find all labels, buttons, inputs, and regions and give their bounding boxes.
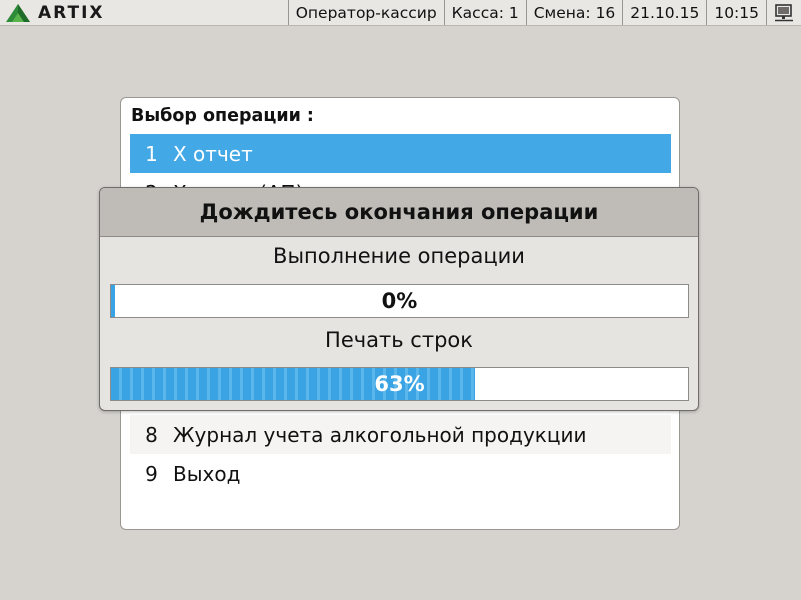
status-user: Оператор-кассир xyxy=(287,0,444,25)
menu-item-label: Журнал учета алкогольной продукции xyxy=(173,422,587,447)
menu-item-number: 1 xyxy=(145,141,158,166)
dialog-title: Дождитесь окончания операции xyxy=(100,188,698,237)
operation-progress-label: Выполнение операции xyxy=(273,244,525,268)
menu-item-label: Выход xyxy=(173,461,241,486)
menu-item-alcohol-journal[interactable]: 8 Журнал учета алкогольной продукции xyxy=(130,415,671,454)
status-register: Касса: 1 xyxy=(443,0,526,25)
operation-progress-bar: 0% xyxy=(110,284,689,318)
app-logo: ARTIX xyxy=(4,3,105,23)
menu-item-number: 9 xyxy=(145,461,158,486)
network-status[interactable] xyxy=(766,0,801,25)
status-shift: Смена: 16 xyxy=(525,0,623,25)
menu-item-x-report[interactable]: 1 X отчет xyxy=(130,134,671,173)
menu-item-exit[interactable]: 9 Выход xyxy=(130,454,671,493)
menu-item-number: 8 xyxy=(145,422,158,447)
status-info: Оператор-кассир Касса: 1 Смена: 16 21.10… xyxy=(287,0,801,25)
status-date: 21.10.15 xyxy=(622,0,706,25)
progress-dialog: Дождитесь окончания операции Выполнение … xyxy=(99,187,699,411)
pyramid-logo-icon xyxy=(6,4,30,22)
print-progress-value: 63% xyxy=(374,372,425,396)
menu-title: Выбор операции : xyxy=(131,106,314,126)
app-logo-text: ARTIX xyxy=(38,3,105,23)
operation-progress-value: 0% xyxy=(381,289,418,313)
top-status-bar: ARTIX Оператор-кассир Касса: 1 Смена: 16… xyxy=(0,0,801,26)
print-progress-bar: 63% xyxy=(110,367,689,401)
print-progress-label: Печать строк xyxy=(325,328,473,352)
status-time: 10:15 xyxy=(706,0,766,25)
network-computer-icon xyxy=(775,3,793,21)
menu-item-label: X отчет xyxy=(173,141,253,166)
